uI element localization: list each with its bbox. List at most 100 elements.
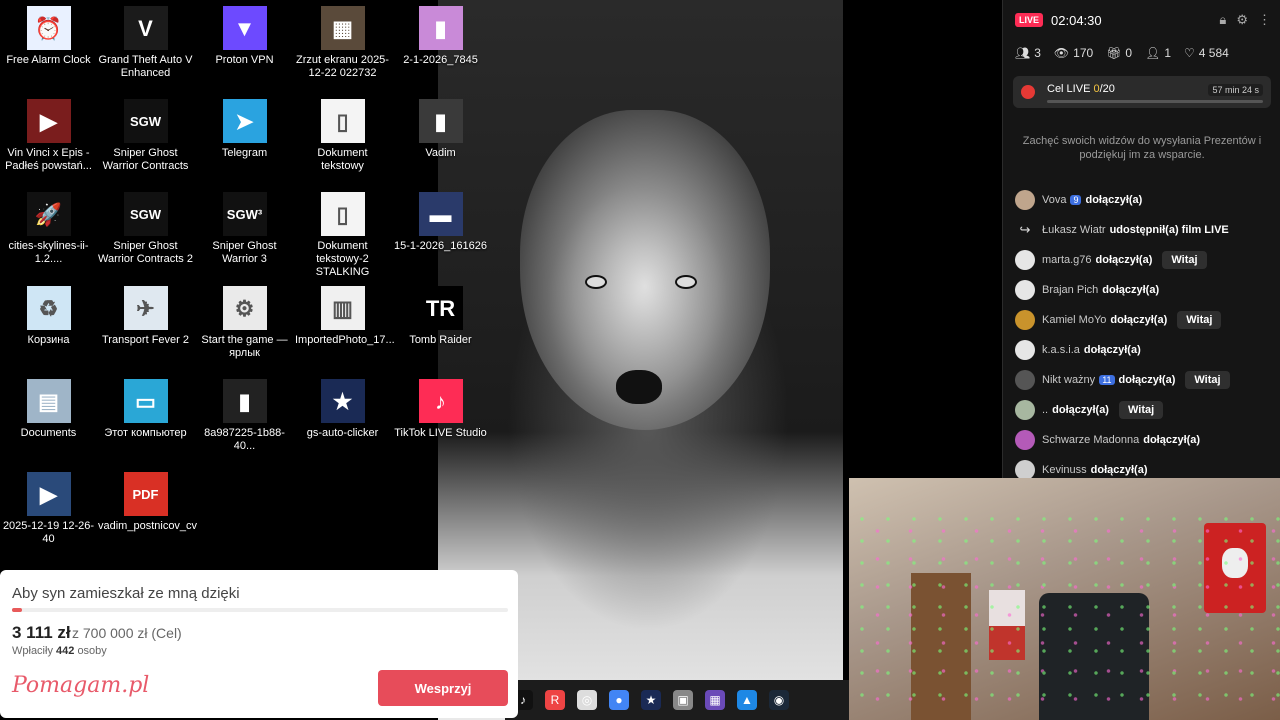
desktop-icon[interactable]: ▥ ImportedPhoto_17... [295, 286, 395, 347]
follower-icon: 👤︎ [1145, 46, 1161, 60]
desktop-icon[interactable]: PDF vadim_postnicov_cv [98, 472, 198, 533]
viewers-count: 3 [1034, 46, 1041, 60]
chrome-taskbar-icon[interactable]: ● [609, 690, 629, 710]
desktop-icon[interactable]: 🚀 cities-skylines-ii-1.2.... [1, 192, 96, 266]
eye-icon: 👁︎ [1053, 46, 1070, 60]
support-button[interactable]: Wesprzyj [378, 670, 508, 706]
desktop-icon-image: ▥ [320, 286, 365, 330]
goal-title: Cel LIVE 0/20 [1047, 83, 1115, 95]
wolf-nose [616, 370, 662, 404]
desktop-icon-image: ▮ [418, 6, 463, 50]
pomagam-logo: Pomagam.pl [12, 673, 150, 698]
desktop-icon[interactable]: ▭ Этот компьютер [98, 379, 193, 440]
avatar[interactable] [1015, 280, 1035, 300]
photos-taskbar-icon[interactable]: ▲ [737, 690, 757, 710]
avatar[interactable] [1015, 430, 1035, 450]
desktop-icon-label: gs-auto-clicker [306, 427, 379, 439]
feed-item: k.a.s.i.a dołączył(a) [1015, 335, 1275, 365]
desktop-icon[interactable]: ♪ TikTok LIVE Studio [393, 379, 488, 440]
desktop-icon[interactable]: ♻ Корзина [1, 286, 96, 347]
fundraiser-card: Aby syn zamieszkał ze mną dzięki 3 111 z… [0, 570, 518, 718]
rockstar-taskbar-icon[interactable]: R [545, 690, 565, 710]
feed-item: marta.g76 dołączył(a) Witaj [1015, 245, 1275, 275]
avatar[interactable] [1015, 340, 1035, 360]
desktop-icon-image: ▶ [26, 472, 71, 516]
witaj-button[interactable]: Witaj [1185, 371, 1230, 389]
desktop-icon-label: Telegram [221, 147, 268, 159]
desktop-icon[interactable]: TR Tomb Raider [393, 286, 488, 347]
desktop-icon[interactable]: ▮ Vadim [393, 99, 488, 160]
box-app-taskbar-icon[interactable]: ▣ [673, 690, 693, 710]
desktop-icon-label: Zrzut ekranu 2025-12-22 022732 [296, 54, 389, 79]
likes-count: 4 584 [1198, 46, 1229, 60]
feed-action: dołączył(a) [1102, 284, 1160, 296]
desktop-icon-label: 8a987225-1b88-40... [204, 427, 285, 452]
desktop-icon[interactable]: SGW Sniper Ghost Warrior Contracts 2 [98, 192, 193, 266]
desktop-icon-label: TikTok LIVE Studio [394, 427, 487, 439]
desktop-icon-image: SGW [123, 99, 168, 143]
wolf-eye-left [585, 275, 607, 289]
desktop-icon[interactable]: SGW³ Sniper Ghost Warrior 3 [197, 192, 292, 266]
gift-hint-text: Zachęć swoich widzów do wysyłania Prezen… [1022, 135, 1262, 161]
share-icon[interactable]: ↪ [1015, 220, 1035, 240]
feed-username[interactable]: Brajan Pich [1042, 284, 1098, 296]
desktop-icon-image: ⏰ [26, 6, 71, 50]
avatar[interactable] [1015, 400, 1035, 420]
feed-action: dołączył(a) [1083, 344, 1141, 356]
unknown-app-taskbar-icon[interactable]: ◎ [577, 690, 597, 710]
witaj-button[interactable]: Witaj [1162, 251, 1207, 269]
feed-action: dołączył(a) [1143, 434, 1201, 446]
donors-prefix: Wpłaciły [12, 645, 53, 657]
desktop-icon-label: 2-1-2026_7845 [403, 54, 478, 66]
avatar[interactable] [1015, 370, 1035, 390]
feed-username[interactable]: Kevinuss [1042, 464, 1087, 476]
lock-icon[interactable]: 🔒︎ [1219, 12, 1226, 28]
settings-icon[interactable]: ⚙ [1236, 12, 1248, 28]
desktop-icon[interactable]: ⚙ Start the game — ярлык [197, 286, 292, 360]
desktop-icon[interactable]: ▼ Proton VPN [197, 6, 292, 67]
avatar[interactable] [1015, 310, 1035, 330]
desktop-icon[interactable]: ▮ 8a987225-1b88-40... [197, 379, 292, 453]
feed-username[interactable]: marta.g76 [1042, 254, 1092, 266]
desktop-icon[interactable]: ▶ 2025-12-19 12-26-40 [1, 472, 96, 546]
feed-username[interactable]: Vova [1042, 194, 1066, 206]
desktop-icon[interactable]: ★ gs-auto-clicker [295, 379, 390, 440]
desktop-icon[interactable]: ▮ 2-1-2026_7845 [393, 6, 488, 67]
desktop-icon[interactable]: V Grand Theft Auto V Enhanced [98, 6, 193, 80]
feed-username[interactable]: Nikt ważny [1042, 374, 1095, 386]
witaj-button[interactable]: Witaj [1177, 311, 1222, 329]
taskbar: ♪ R ◎ ● ★ ▣ ▦ ▲ ◉ [505, 680, 849, 720]
desktop-icon-label: vadim_postnicov_cv [98, 520, 198, 532]
desktop-icon[interactable]: ▦ Zrzut ekranu 2025-12-22 022732 [295, 6, 390, 80]
steam-taskbar-icon[interactable]: ◉ [769, 690, 789, 710]
goal-target: /20 [1099, 83, 1115, 95]
desktop-icon[interactable]: ▯ Dokument tekstowy-2 STALKING [295, 192, 390, 279]
feed-username[interactable]: k.a.s.i.a [1042, 344, 1080, 356]
live-goal-card[interactable]: Cel LIVE 0/20 57 min 24 s [1013, 76, 1271, 108]
desktop-icon-label: Documents [20, 427, 77, 439]
feed-username[interactable]: Schwarze Madonna [1042, 434, 1139, 446]
avatar[interactable] [1015, 190, 1035, 210]
puzzle-app-taskbar-icon[interactable]: ▦ [705, 690, 725, 710]
desktop-icon[interactable]: ▤ Documents [1, 379, 96, 440]
feed-action: dołączył(a) [1090, 464, 1148, 476]
star-app-taskbar-icon[interactable]: ★ [641, 690, 661, 710]
fundraiser-donors: Wpłaciły 442 osoby [12, 645, 107, 657]
witaj-button[interactable]: Witaj [1118, 401, 1164, 419]
feed-username[interactable]: .. [1042, 404, 1048, 416]
desktop-icon[interactable]: SGW Sniper Ghost Warrior Contracts [98, 99, 193, 173]
feed-username[interactable]: Łukasz Wiatr [1042, 224, 1106, 236]
heart-icon: ♡ [1184, 46, 1195, 60]
desktop-icon[interactable]: ⏰ Free Alarm Clock [1, 6, 96, 67]
desktop-icon[interactable]: ✈ Transport Fever 2 [98, 286, 193, 347]
more-icon[interactable]: ⋮ [1258, 12, 1271, 28]
avatar[interactable] [1015, 250, 1035, 270]
desktop-icon-label: Sniper Ghost Warrior 3 [212, 240, 277, 265]
desktop-icon[interactable]: ➤ Telegram [197, 99, 292, 160]
desktop-icon[interactable]: ▶ Vin Vinci x Epis - Padłeś powstań... [1, 99, 96, 173]
live-panel: LIVE 02:04:30 🔒︎ ⚙ ⋮ 👥︎ 3 👁︎ 170 🎁︎ 0 👤︎ 1 ♡… [1002, 0, 1280, 480]
feed-username[interactable]: Kamiel MoYo [1042, 314, 1106, 326]
desktop-icon[interactable]: ▯ Dokument tekstowy [295, 99, 390, 173]
avatar[interactable] [1015, 460, 1035, 480]
desktop-icon[interactable]: ▬ 15-1-2026_161626 [393, 192, 488, 253]
